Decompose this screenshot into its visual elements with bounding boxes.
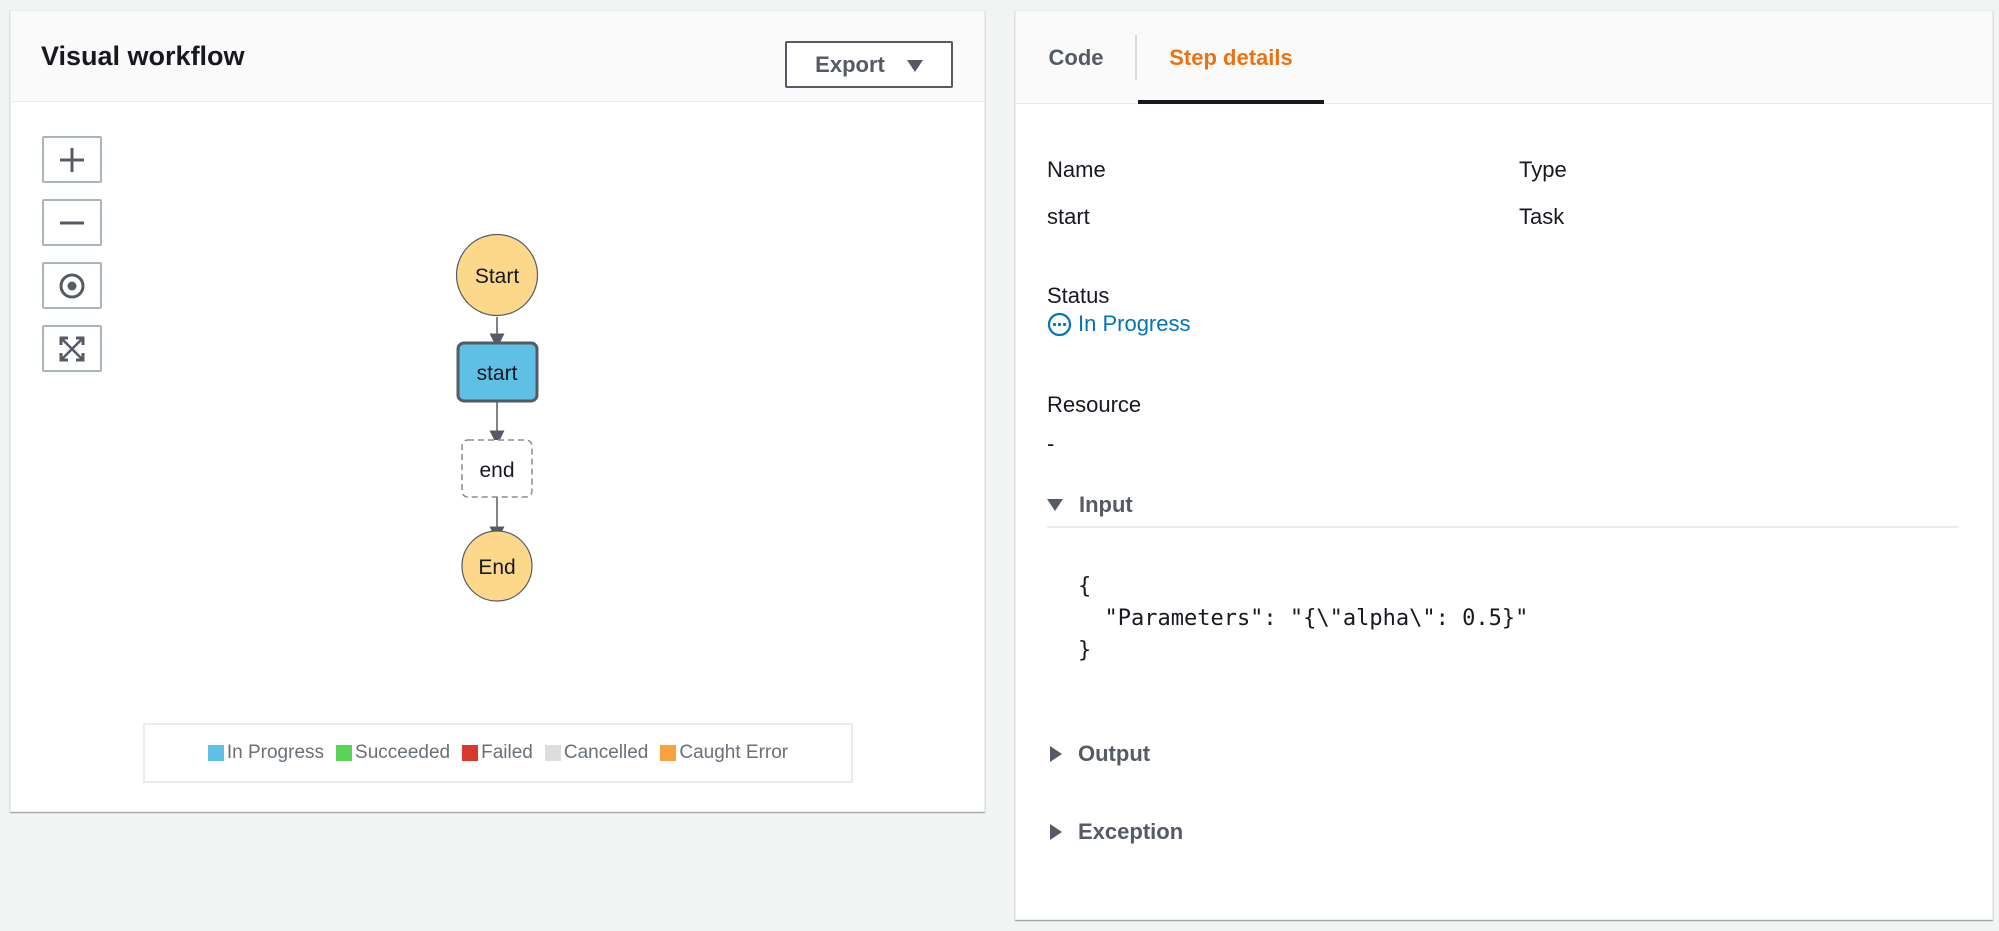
tab-separator — [1135, 35, 1137, 80]
node-end-task-label: end — [479, 459, 514, 482]
caret-down-icon — [1047, 499, 1063, 511]
output-section-toggle[interactable]: Output — [1047, 741, 1150, 767]
status-value: In Progress — [1078, 311, 1191, 336]
legend-swatch-caught-error — [660, 745, 677, 761]
legend-in-progress: In Progress — [207, 742, 325, 764]
node-start-terminal[interactable]: Start — [455, 233, 539, 317]
input-divider — [1047, 526, 1959, 528]
in-progress-icon — [1047, 312, 1072, 336]
input-code-block: { "Parameters": "{\"alpha\": 0.5}" } — [1078, 574, 1529, 663]
node-start-terminal-label: Start — [475, 265, 520, 288]
legend-swatch-in-progress — [207, 745, 224, 761]
legend-label-cancelled: Cancelled — [563, 742, 649, 763]
legend-failed: Failed — [462, 742, 533, 764]
exception-section-label: Exception — [1078, 819, 1184, 844]
caret-right-icon — [1050, 746, 1062, 762]
status-label: Status — [1047, 283, 1110, 308]
tab-bar: Code Step details — [1016, 11, 1992, 104]
tab-code[interactable]: Code — [1016, 11, 1136, 104]
legend-label-succeeded: Succeeded — [355, 742, 451, 763]
node-start-task[interactable]: start — [456, 341, 539, 403]
status-legend: In Progress Succeeded Failed Cancelled C… — [143, 723, 853, 783]
resource-label: Resource — [1047, 392, 1142, 417]
exception-section-toggle[interactable]: Exception — [1047, 819, 1183, 845]
input-section-toggle[interactable]: Input — [1047, 492, 1133, 518]
legend-succeeded: Succeeded — [336, 742, 450, 764]
node-end-terminal-label: End — [478, 556, 515, 579]
name-label: Name — [1047, 157, 1106, 182]
node-end-task[interactable]: end — [461, 439, 533, 498]
legend-cancelled: Cancelled — [544, 742, 649, 764]
type-label: Type — [1519, 157, 1567, 182]
step-details-panel: Code Step details Name start Type Task S… — [1015, 10, 1993, 920]
resource-value: - — [1047, 431, 1055, 456]
legend-swatch-failed — [462, 745, 479, 761]
legend-swatch-cancelled — [544, 745, 561, 761]
legend-label-failed: Failed — [481, 742, 533, 763]
input-section-label: Input — [1079, 492, 1133, 517]
tab-step-details[interactable]: Step details — [1138, 11, 1324, 104]
caret-right-icon — [1050, 824, 1062, 840]
status-indicator: In Progress — [1047, 311, 1191, 337]
node-start-task-label: start — [477, 362, 518, 385]
legend-label-in-progress: In Progress — [226, 742, 325, 763]
node-end-terminal[interactable]: End — [461, 530, 533, 602]
legend-caught-error: Caught Error — [660, 742, 788, 764]
type-value: Task — [1519, 204, 1565, 229]
visual-workflow-panel: Visual workflow Export Start start end E… — [10, 10, 985, 812]
output-section-label: Output — [1078, 741, 1151, 766]
workflow-graph: Start start end End — [455, 233, 539, 602]
legend-label-caught-error: Caught Error — [679, 742, 789, 763]
name-value: start — [1047, 204, 1090, 229]
legend-swatch-succeeded — [336, 745, 353, 761]
